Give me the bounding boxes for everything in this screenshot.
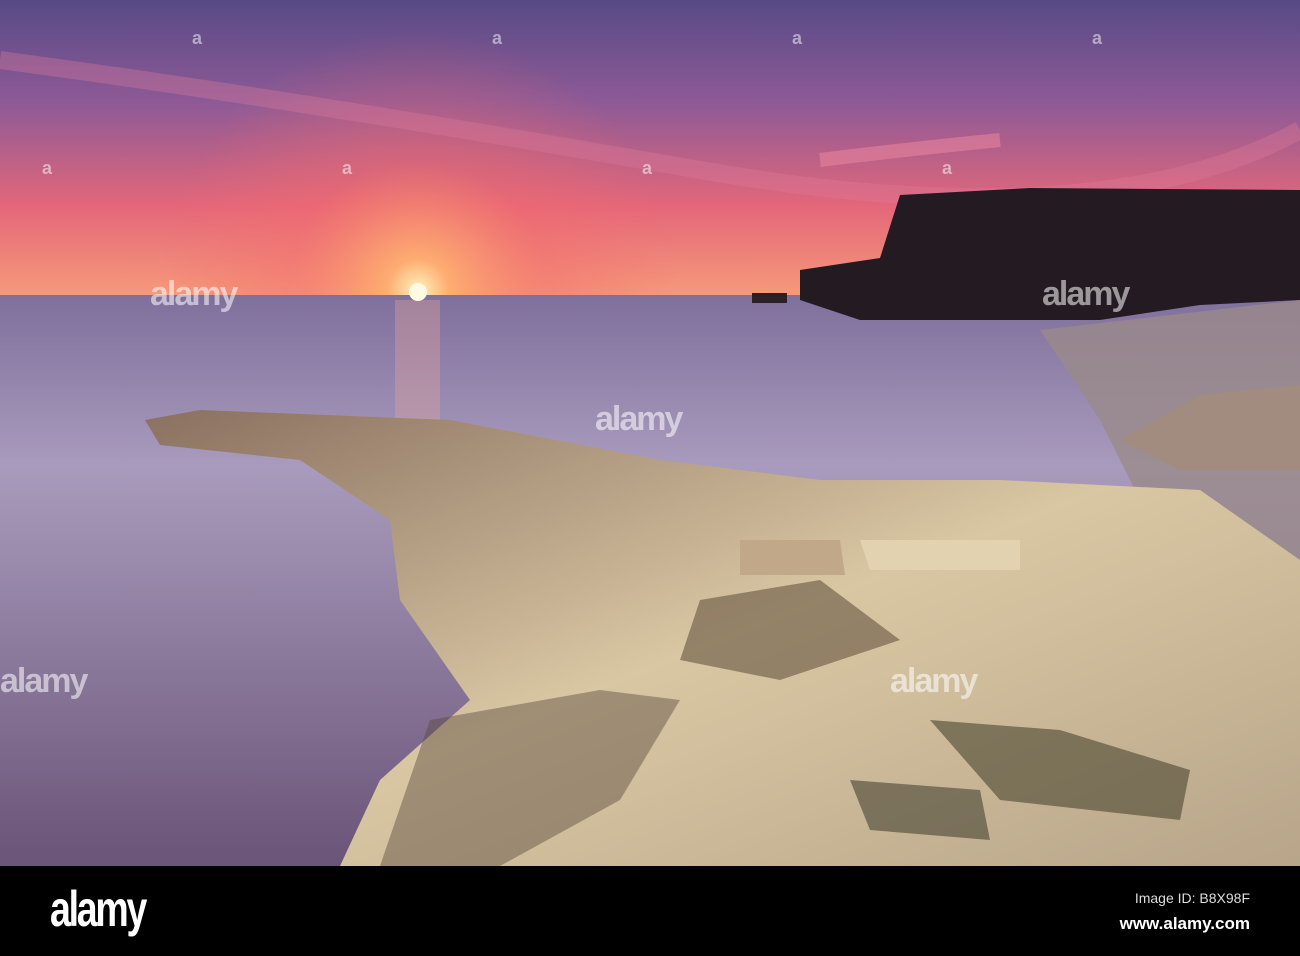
watermark-mark: a (492, 28, 503, 48)
footer-bar: alamy Image ID: B8X98F www.alamy.com (0, 866, 1300, 956)
watermark: alamy (595, 400, 683, 438)
watermark: alamy (150, 275, 238, 313)
watermark-mark: a (192, 28, 203, 48)
sun (409, 283, 427, 301)
watermark-mark: a (342, 158, 353, 178)
site-url[interactable]: www.alamy.com (1120, 914, 1250, 934)
watermark-mark: a (792, 28, 803, 48)
image-id: Image ID: B8X98F (1134, 890, 1250, 906)
watermark: alamy (0, 662, 88, 700)
alamy-logo: alamy (50, 881, 147, 937)
watermark-mark: a (1092, 28, 1103, 48)
watermark-mark: a (42, 158, 53, 178)
watermark-mark: a (642, 158, 653, 178)
watermark: alamy (1042, 275, 1130, 313)
watermark: alamy (890, 662, 978, 700)
watermark-mark: a (942, 158, 953, 178)
